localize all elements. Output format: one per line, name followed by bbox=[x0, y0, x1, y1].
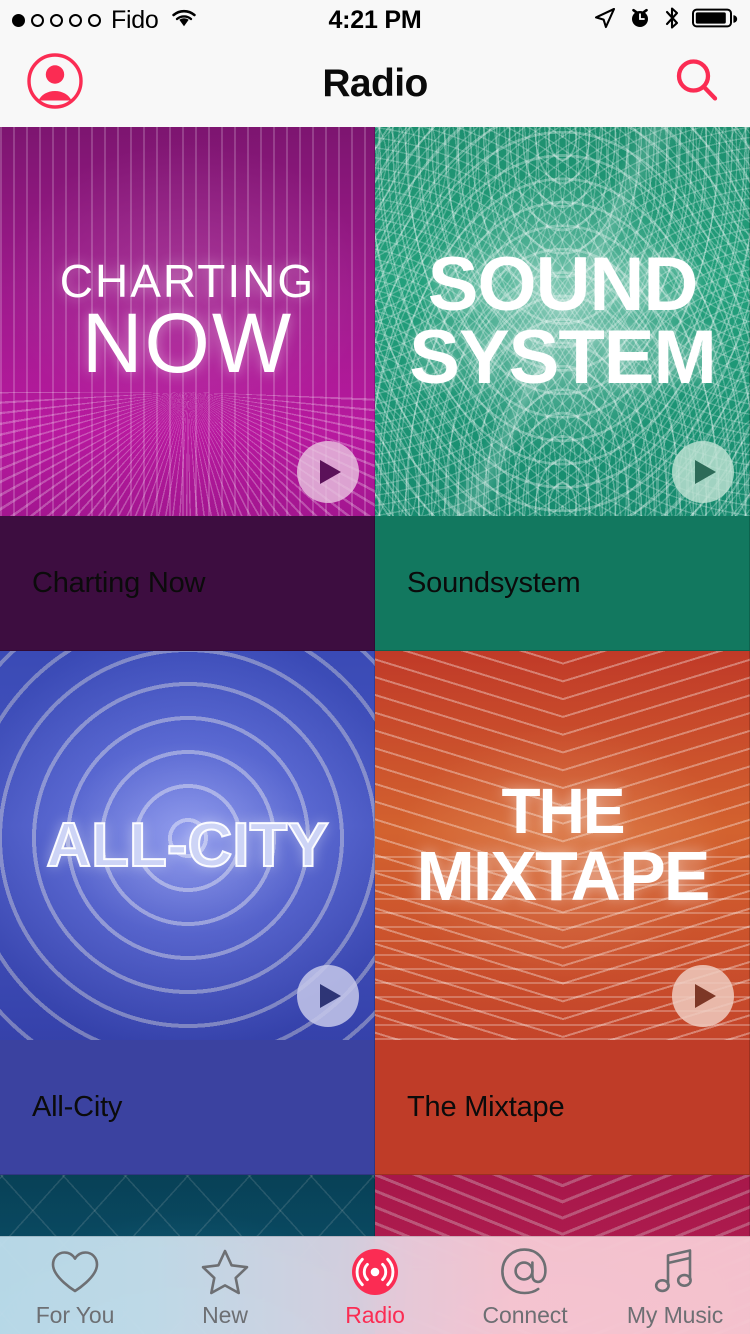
heart-icon bbox=[49, 1247, 101, 1297]
play-button[interactable] bbox=[297, 965, 359, 1027]
station-card-charting-now[interactable]: CHARTING NOW Charting Now bbox=[0, 127, 375, 651]
station-label: All-City bbox=[32, 1091, 123, 1123]
play-button[interactable] bbox=[672, 441, 734, 503]
play-button[interactable] bbox=[297, 441, 359, 503]
battery-icon bbox=[692, 7, 738, 34]
tab-radio[interactable]: Radio bbox=[300, 1237, 450, 1334]
station-artwork: THE MIXTAPE bbox=[375, 651, 750, 1040]
search-button[interactable] bbox=[670, 54, 724, 113]
station-label: The Mixtape bbox=[407, 1091, 565, 1123]
tab-label: For You bbox=[35, 1302, 115, 1328]
bluetooth-icon bbox=[663, 5, 681, 36]
tab-bar: For You New Radio Connect My Music bbox=[0, 1236, 750, 1334]
play-triangle-icon bbox=[320, 984, 341, 1008]
tab-new[interactable]: New bbox=[150, 1237, 300, 1334]
tab-my-music[interactable]: My Music bbox=[600, 1237, 750, 1334]
status-bar: Fido 4:21 PM bbox=[0, 0, 750, 40]
play-triangle-icon bbox=[320, 460, 341, 484]
navigation-bar: Radio bbox=[0, 40, 750, 127]
station-label: Charting Now bbox=[32, 567, 206, 599]
station-card-all-city[interactable]: ALL-CITY All-City bbox=[0, 651, 375, 1175]
play-triangle-icon bbox=[695, 460, 716, 484]
alarm-clock-icon bbox=[628, 6, 652, 35]
tab-label: Connect bbox=[482, 1302, 568, 1328]
at-sign-icon bbox=[498, 1247, 552, 1297]
tab-label: My Music bbox=[626, 1302, 724, 1328]
search-icon bbox=[670, 54, 724, 113]
radio-broadcast-icon bbox=[349, 1247, 401, 1297]
star-icon bbox=[199, 1247, 251, 1297]
page-title: Radio bbox=[322, 61, 428, 105]
account-button[interactable] bbox=[26, 52, 84, 115]
station-artwork: SOUND SYSTEM bbox=[375, 127, 750, 516]
play-triangle-icon bbox=[695, 984, 716, 1008]
station-label: Soundsystem bbox=[407, 567, 581, 599]
station-artwork: ALL-CITY bbox=[0, 651, 375, 1040]
tab-connect[interactable]: Connect bbox=[450, 1237, 600, 1334]
station-grid: CHARTING NOW Charting Now SOUND SYSTEM S… bbox=[0, 127, 750, 1334]
station-label-bar: All-City bbox=[0, 1040, 375, 1175]
music-note-icon bbox=[650, 1247, 700, 1297]
station-label-bar: Soundsystem bbox=[375, 516, 750, 651]
tab-label: New bbox=[202, 1302, 248, 1328]
tab-for-you[interactable]: For You bbox=[0, 1237, 150, 1334]
station-label-bar: The Mixtape bbox=[375, 1040, 750, 1175]
account-avatar-icon bbox=[26, 52, 84, 115]
tab-label: Radio bbox=[345, 1302, 405, 1328]
station-card-the-mixtape[interactable]: THE MIXTAPE The Mixtape bbox=[375, 651, 750, 1175]
station-card-soundsystem[interactable]: SOUND SYSTEM Soundsystem bbox=[375, 127, 750, 651]
station-artwork: CHARTING NOW bbox=[0, 127, 375, 516]
app-root: Fido 4:21 PM Radio CHARTING NOW Charting… bbox=[0, 0, 750, 1334]
play-button[interactable] bbox=[672, 965, 734, 1027]
location-arrow-icon bbox=[593, 6, 617, 35]
station-label-bar: Charting Now bbox=[0, 516, 375, 651]
status-bar-right bbox=[375, 5, 738, 36]
